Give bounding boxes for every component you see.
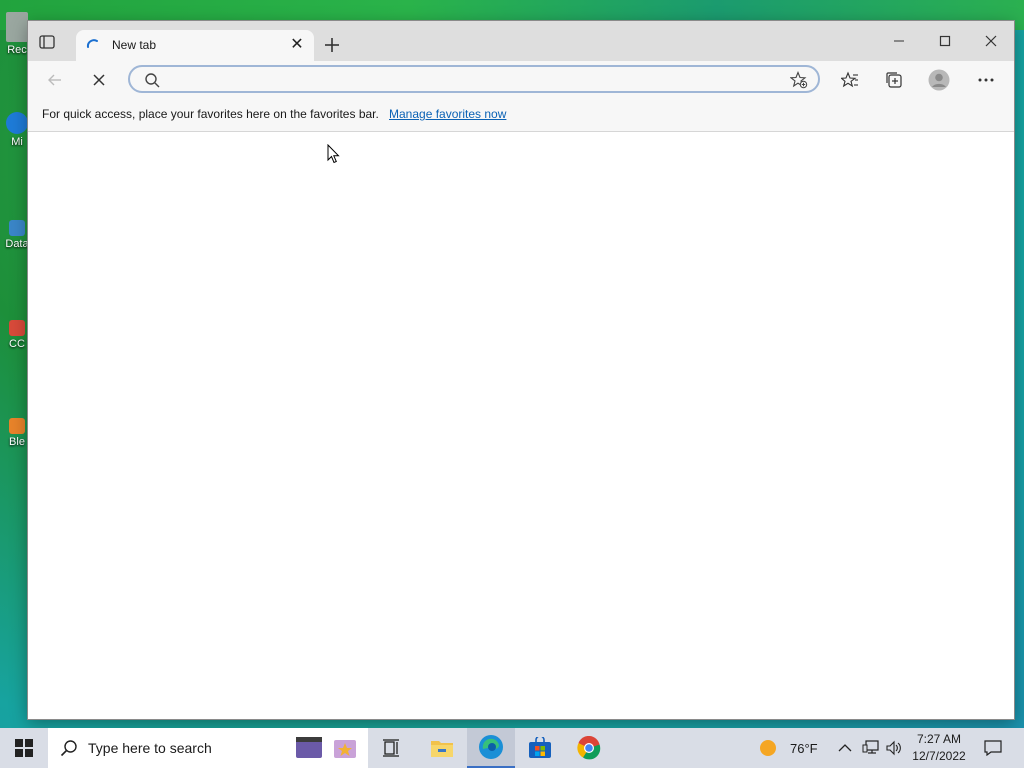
page-content[interactable]	[28, 132, 1014, 719]
task-view-icon	[383, 739, 399, 757]
tab-new-tab[interactable]: New tab ✕	[76, 30, 314, 61]
search-placeholder: Type here to search	[88, 740, 212, 756]
microsoft-store-button[interactable]	[516, 728, 564, 768]
edge-taskbar-button[interactable]	[467, 728, 515, 768]
volume-button[interactable]	[886, 728, 902, 768]
network-icon	[862, 740, 879, 754]
start-button[interactable]	[0, 728, 48, 768]
collections-button[interactable]	[879, 66, 909, 94]
minimize-button[interactable]	[876, 27, 922, 55]
manage-favorites-link[interactable]: Manage favorites now	[389, 107, 506, 121]
tab-actions-menu-icon[interactable]	[38, 33, 56, 51]
address-input[interactable]	[170, 70, 774, 90]
show-hidden-icons-button[interactable]	[838, 728, 852, 768]
weather-widget[interactable]: 76°F	[758, 728, 818, 768]
add-favorite-icon[interactable]	[789, 71, 808, 94]
chrome-button[interactable]	[565, 728, 613, 768]
recycle-bin-icon	[6, 12, 28, 42]
address-bar[interactable]	[128, 65, 820, 93]
browser-window: New tab ✕ For quick access, place your f…	[28, 21, 1014, 719]
favorites-bar-message: For quick access, place your favorites h…	[42, 107, 379, 121]
store-icon	[529, 737, 551, 758]
new-tab-button[interactable]	[320, 33, 344, 57]
taskbar-search-box[interactable]: Type here to search	[48, 728, 368, 768]
search-highlight-icon	[294, 734, 362, 762]
title-bar: New tab ✕	[28, 21, 1014, 61]
windows-icon	[15, 739, 33, 757]
profile-avatar[interactable]	[924, 66, 954, 94]
clock[interactable]: 7:27 AM 12/7/2022	[906, 731, 972, 765]
favorites-bar: For quick access, place your favorites h…	[28, 99, 1014, 132]
file-explorer-button[interactable]	[418, 728, 466, 768]
chevron-up-icon	[838, 744, 852, 752]
task-view-button[interactable]	[368, 728, 416, 768]
shortcut-icon	[9, 220, 25, 236]
close-window-button[interactable]	[968, 27, 1014, 55]
navigation-toolbar	[28, 61, 1014, 99]
weather-temperature: 76°F	[790, 740, 818, 756]
folder-icon	[431, 741, 453, 757]
notification-icon	[984, 740, 1002, 756]
chrome-icon	[577, 736, 601, 760]
shortcut-icon	[9, 320, 25, 336]
network-button[interactable]	[862, 728, 880, 768]
tab-title: New tab	[112, 38, 157, 52]
search-icon	[60, 739, 78, 762]
speaker-icon	[886, 740, 901, 756]
stop-loading-button[interactable]	[84, 66, 114, 94]
loading-spinner-icon	[86, 38, 100, 52]
clock-time: 7:27 AM	[916, 732, 962, 746]
taskbar: Type here to search 76°F 7:27 AM 12/7/20…	[0, 728, 1024, 768]
back-button[interactable]	[40, 66, 70, 94]
mouse-cursor-icon	[327, 143, 341, 169]
blender-shortcut-icon	[9, 418, 25, 434]
edge-shortcut-icon	[6, 112, 28, 134]
notification-center-button[interactable]	[978, 728, 1008, 768]
edge-icon	[479, 735, 503, 759]
search-icon	[144, 72, 160, 93]
settings-more-icon[interactable]	[971, 66, 1001, 94]
tab-close-icon[interactable]: ✕	[288, 36, 306, 54]
favorites-button[interactable]	[835, 66, 865, 94]
maximize-button[interactable]	[922, 27, 968, 55]
clock-date: 12/7/2022	[912, 749, 966, 763]
sun-icon	[760, 740, 776, 756]
